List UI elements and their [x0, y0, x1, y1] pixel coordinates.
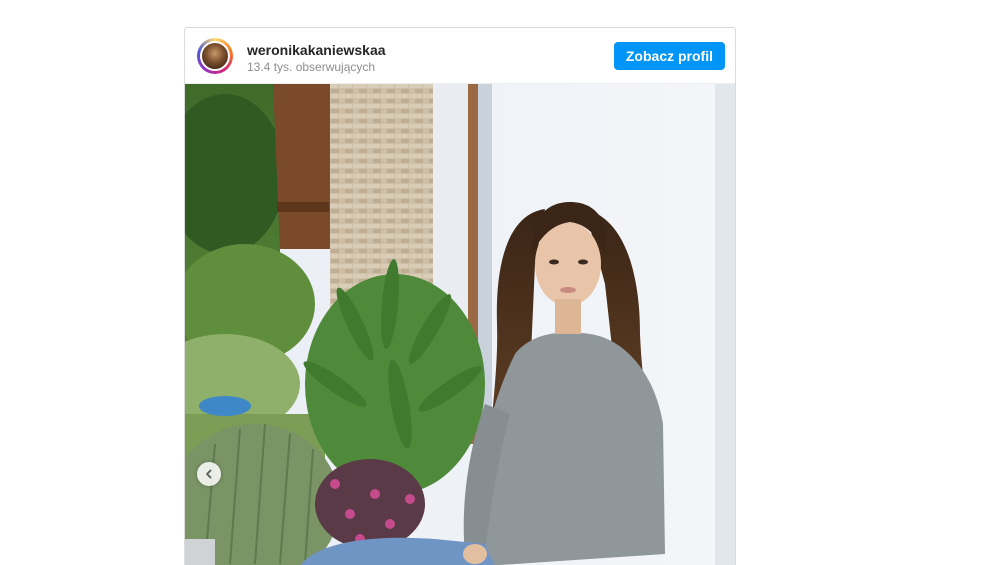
followers-count: 13.4 tys. obserwujących [247, 60, 376, 74]
profile-avatar-ring[interactable] [197, 38, 233, 74]
chevron-left-icon [206, 469, 212, 479]
username-link[interactable]: weronikakaniewskaa [247, 42, 386, 58]
instagram-embed: weronikakaniewskaa 13.4 tys. obserwujący… [184, 27, 736, 565]
post-photo[interactable] [185, 84, 735, 565]
carousel-prev-button[interactable] [197, 462, 221, 486]
avatar[interactable] [200, 41, 230, 71]
post-header: weronikakaniewskaa 13.4 tys. obserwujący… [185, 28, 735, 84]
view-profile-button[interactable]: Zobacz profil [613, 42, 725, 70]
photo-illustration [185, 84, 735, 565]
